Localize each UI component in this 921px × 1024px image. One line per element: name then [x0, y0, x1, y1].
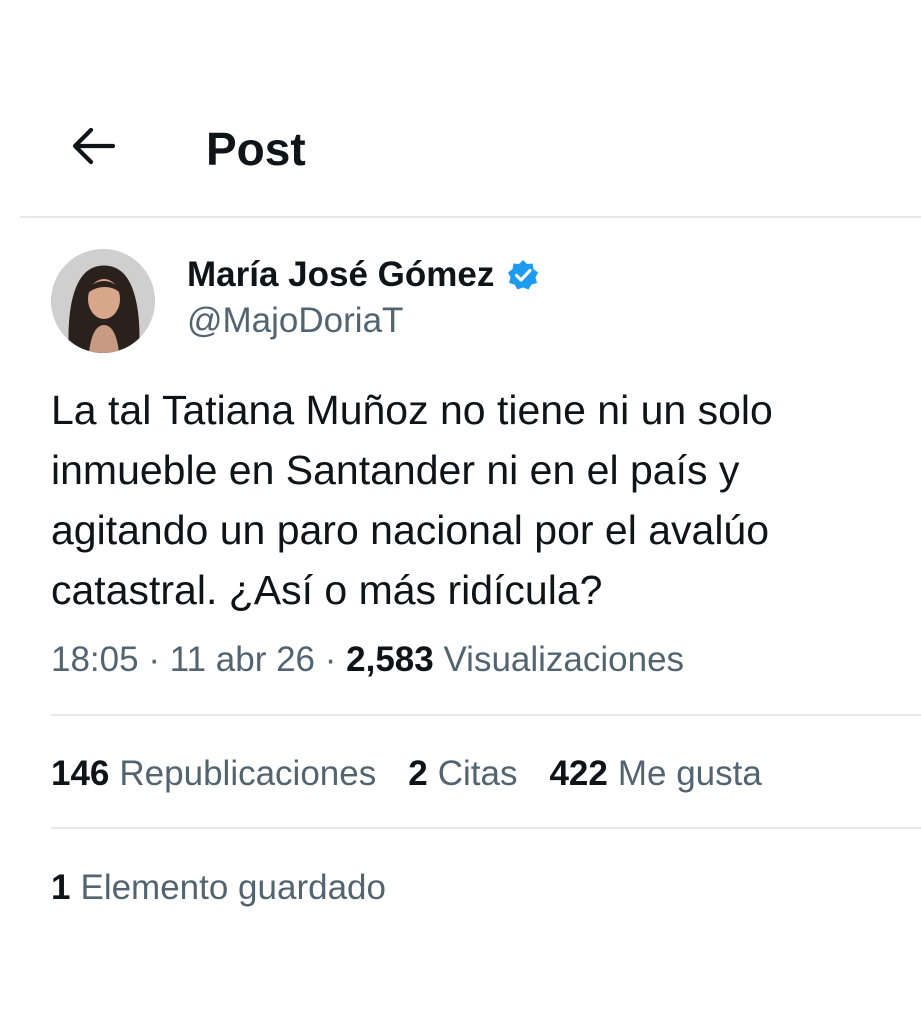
- views-label-text: Visualizaciones: [443, 640, 685, 679]
- reposts-label: Republicaciones: [119, 754, 377, 793]
- avatar[interactable]: [51, 249, 155, 353]
- meta-separator: ·: [138, 640, 170, 679]
- page-title: Post: [206, 123, 306, 175]
- post-time[interactable]: 18:05: [51, 640, 139, 679]
- likes-label: Me gusta: [617, 754, 762, 793]
- likes-stat[interactable]: 422 Me gusta: [549, 752, 761, 796]
- avatar-image: [51, 249, 155, 353]
- quotes-stat[interactable]: 2 Citas: [408, 752, 517, 796]
- author-name-text: María José Gómez: [187, 255, 495, 294]
- views-label: [434, 640, 444, 679]
- bookmarks-label: Elemento guardado: [80, 868, 386, 907]
- post-text: La tal Tatiana Muñoz no tiene ni un solo…: [51, 387, 773, 613]
- top-bar: Post: [0, 0, 921, 216]
- reposts-count: 146: [51, 754, 110, 793]
- arrow-left-icon: [69, 126, 116, 171]
- post-date[interactable]: 11 abr 26: [170, 640, 315, 679]
- meta-separator: ·: [315, 640, 347, 679]
- quotes-count: 2: [408, 754, 428, 793]
- meta-divider: [51, 714, 921, 716]
- likes-count: 422: [549, 754, 608, 793]
- reposts-stat[interactable]: 146 Republicaciones: [51, 752, 376, 796]
- header-divider: [20, 216, 921, 218]
- bookmarks-stat[interactable]: 1 Elemento guardado: [51, 866, 386, 910]
- post-meta: 18:05 · 11 abr 26 · 2,583 Visualizacione…: [51, 638, 684, 682]
- back-button[interactable]: [62, 118, 122, 178]
- bookmarks-count: 1: [51, 868, 71, 907]
- author-handle[interactable]: @MajoDoriaT: [187, 300, 403, 342]
- engagement-stats: 146 Republicaciones 2 Citas 422 Me gusta: [51, 752, 794, 796]
- stats-divider: [51, 827, 921, 829]
- views-count: 2,583: [346, 640, 434, 679]
- verified-badge-icon: [506, 258, 540, 292]
- author-name[interactable]: María José Gómez: [187, 254, 540, 296]
- quotes-label: Citas: [437, 754, 518, 793]
